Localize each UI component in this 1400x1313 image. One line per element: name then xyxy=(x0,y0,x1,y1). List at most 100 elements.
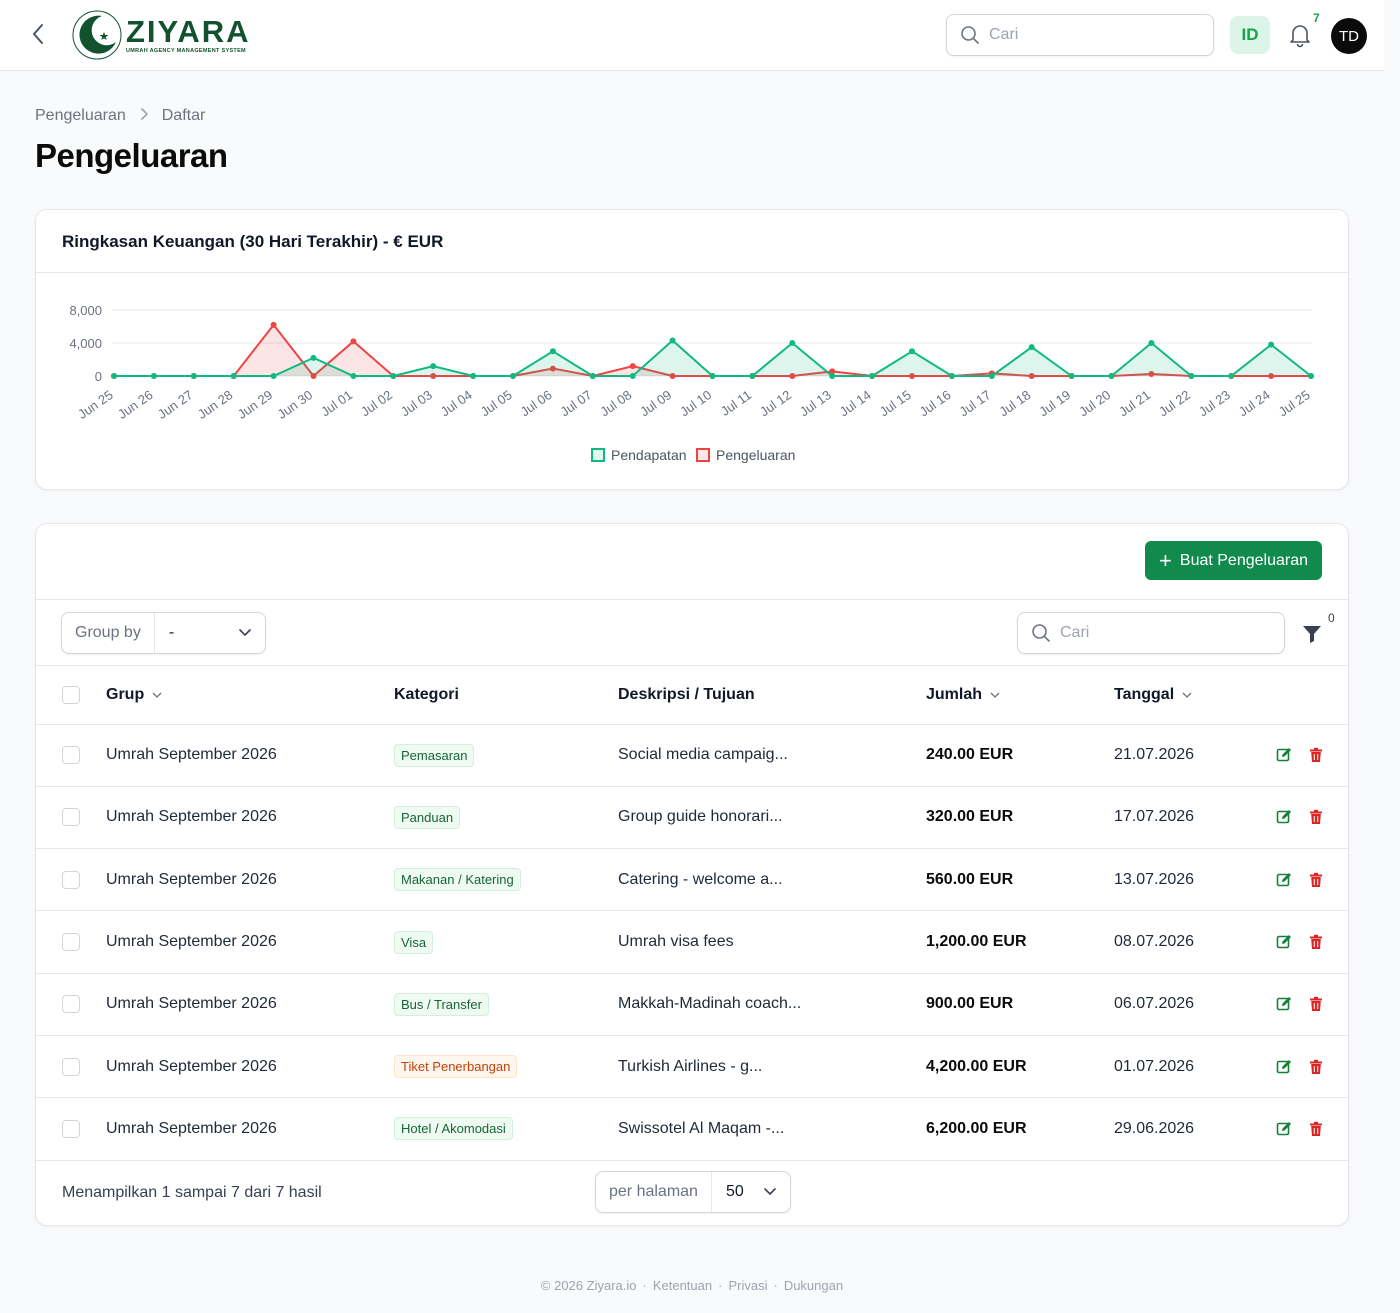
data-point xyxy=(909,348,915,355)
row-checkbox[interactable] xyxy=(62,870,80,889)
x-tick-label: Jul 22 xyxy=(1156,387,1193,419)
top-navbar: ZIYARA UMRAH AGENCY MANAGEMENT SYSTEM ID… xyxy=(0,0,1384,71)
edit-icon[interactable] xyxy=(1276,872,1292,888)
category-badge: Panduan xyxy=(394,805,461,829)
cell-tanggal: 21.07.2026 xyxy=(1114,724,1262,787)
y-tick-label: 4,000 xyxy=(69,336,102,351)
table-row[interactable]: Umrah September 2026 Tiket Penerbangan Tur… xyxy=(36,1035,1348,1099)
filter-icon[interactable] xyxy=(1302,624,1322,644)
table-row[interactable]: Umrah September 2026 Bus / Transfer Makkah… xyxy=(36,973,1348,1036)
sort-chevron-icon xyxy=(1182,692,1192,698)
column-label-tanggal: Tanggal xyxy=(1114,685,1175,703)
trash-icon[interactable] xyxy=(1308,1121,1324,1137)
cell-jumlah: 560.00 EUR xyxy=(926,848,1114,912)
table-row[interactable]: Umrah September 2026 Pemasaran Social medi… xyxy=(36,724,1348,787)
filter-count-badge: 0 xyxy=(1328,611,1335,625)
global-search-input[interactable] xyxy=(989,26,1189,44)
trash-icon[interactable] xyxy=(1308,1059,1324,1075)
edit-icon[interactable] xyxy=(1276,747,1292,763)
search-icon xyxy=(961,26,979,44)
row-checkbox[interactable] xyxy=(62,746,80,765)
logo[interactable]: ZIYARA UMRAH AGENCY MANAGEMENT SYSTEM xyxy=(72,10,251,60)
data-point xyxy=(709,373,716,379)
column-header-tanggal[interactable]: Tanggal xyxy=(1114,666,1262,725)
cell-deskripsi: Group guide honorari... xyxy=(618,786,926,850)
table-row[interactable]: Umrah September 2026 Panduan Group guide h… xyxy=(36,786,1348,850)
table-search[interactable] xyxy=(1017,612,1285,654)
cell-jumlah: 6,200.00 EUR xyxy=(926,1097,1114,1161)
cell-deskripsi: Swissotel Al Maqam -... xyxy=(618,1097,926,1161)
back-chevron-icon[interactable] xyxy=(26,22,50,46)
create-expense-button[interactable]: + Buat Pengeluaran xyxy=(1145,541,1322,580)
x-tick-label: Jul 09 xyxy=(637,387,674,419)
table-row[interactable]: Umrah September 2026 Makanan / Katering Ca… xyxy=(36,848,1348,912)
cell-deskripsi: Turkish Airlines - g... xyxy=(618,1035,926,1099)
column-label-deskripsi: Deskripsi / Tujuan xyxy=(618,685,755,703)
data-point xyxy=(589,373,596,379)
footer-link-terms[interactable]: Ketentuan xyxy=(653,1278,712,1293)
trash-icon[interactable] xyxy=(1308,996,1324,1012)
table-toolbar: Group by - 0 xyxy=(36,600,1348,666)
data-point xyxy=(1148,340,1155,346)
data-point xyxy=(350,373,357,379)
edit-icon[interactable] xyxy=(1276,809,1292,825)
y-tick-label: 8,000 xyxy=(69,303,102,318)
table-row[interactable]: Umrah September 2026 Visa Umrah visa fees 1… xyxy=(36,910,1348,974)
column-header-grup[interactable]: Grup xyxy=(106,666,394,725)
data-point xyxy=(270,373,277,379)
row-checkbox[interactable] xyxy=(62,932,80,951)
footer-link-privacy[interactable]: Privasi xyxy=(728,1278,767,1293)
data-point xyxy=(310,354,317,361)
avatar[interactable]: TD xyxy=(1331,18,1367,54)
cell-deskripsi: Social media campaig... xyxy=(618,724,926,787)
row-checkbox[interactable] xyxy=(62,1057,80,1076)
row-checkbox[interactable] xyxy=(62,995,80,1014)
edit-icon[interactable] xyxy=(1276,996,1292,1012)
trash-icon[interactable] xyxy=(1308,747,1324,763)
x-tick-label: Jul 02 xyxy=(358,387,395,419)
create-expense-label: Buat Pengeluaran xyxy=(1179,551,1308,569)
row-checkbox[interactable] xyxy=(62,808,80,827)
data-point xyxy=(150,373,157,379)
row-checkbox[interactable] xyxy=(62,1119,80,1138)
trash-icon[interactable] xyxy=(1308,872,1324,888)
table-row[interactable]: Umrah September 2026 Hotel / Akomodasi Swi… xyxy=(36,1097,1348,1161)
category-badge: Bus / Transfer xyxy=(394,992,489,1016)
global-search[interactable] xyxy=(946,14,1214,56)
sort-chevron-icon xyxy=(990,692,1000,698)
edit-icon[interactable] xyxy=(1276,1121,1292,1137)
data-point xyxy=(270,321,277,328)
data-point xyxy=(629,373,636,379)
breadcrumb-parent[interactable]: Pengeluaran xyxy=(35,107,126,125)
chevron-right-icon xyxy=(140,107,148,125)
cell-grup: Umrah September 2026 xyxy=(106,910,394,974)
expenses-table-card: + Buat Pengeluaran Group by - 0 Grup Kat… xyxy=(35,523,1349,1226)
language-switcher[interactable]: ID xyxy=(1230,16,1270,54)
group-by-select[interactable]: Group by - xyxy=(61,612,266,654)
per-page-select[interactable]: per halaman 50 xyxy=(595,1171,791,1213)
x-tick-label: Jun 27 xyxy=(155,387,196,422)
bell-icon[interactable] xyxy=(1288,22,1312,48)
page-title: Pengeluaran xyxy=(35,137,228,174)
data-point xyxy=(190,373,197,379)
data-point xyxy=(948,373,955,379)
results-summary: Menampilkan 1 sampai 7 dari 7 hasil xyxy=(62,1184,322,1201)
data-point xyxy=(1068,373,1075,379)
chart-card-title: Ringkasan Keuangan (30 Hari Terakhir) - … xyxy=(36,210,1348,273)
trash-icon[interactable] xyxy=(1308,934,1324,950)
y-tick-label: 0 xyxy=(95,369,102,384)
edit-icon[interactable] xyxy=(1276,934,1292,950)
expenses-table: Grup Kategori Deskripsi / Tujuan Jumlah … xyxy=(36,666,1348,1161)
cell-jumlah: 320.00 EUR xyxy=(926,786,1114,850)
data-point xyxy=(1228,373,1235,379)
footer-link-support[interactable]: Dukungan xyxy=(784,1278,843,1293)
cell-tanggal: 29.06.2026 xyxy=(1114,1097,1262,1161)
select-all-checkbox[interactable] xyxy=(62,685,80,704)
edit-icon[interactable] xyxy=(1276,1059,1292,1075)
cell-tanggal: 06.07.2026 xyxy=(1114,973,1262,1036)
x-tick-label: Jul 01 xyxy=(318,387,355,419)
table-search-input[interactable] xyxy=(1060,624,1260,642)
data-point xyxy=(350,338,357,345)
column-header-jumlah[interactable]: Jumlah xyxy=(926,666,1114,725)
trash-icon[interactable] xyxy=(1308,809,1324,825)
